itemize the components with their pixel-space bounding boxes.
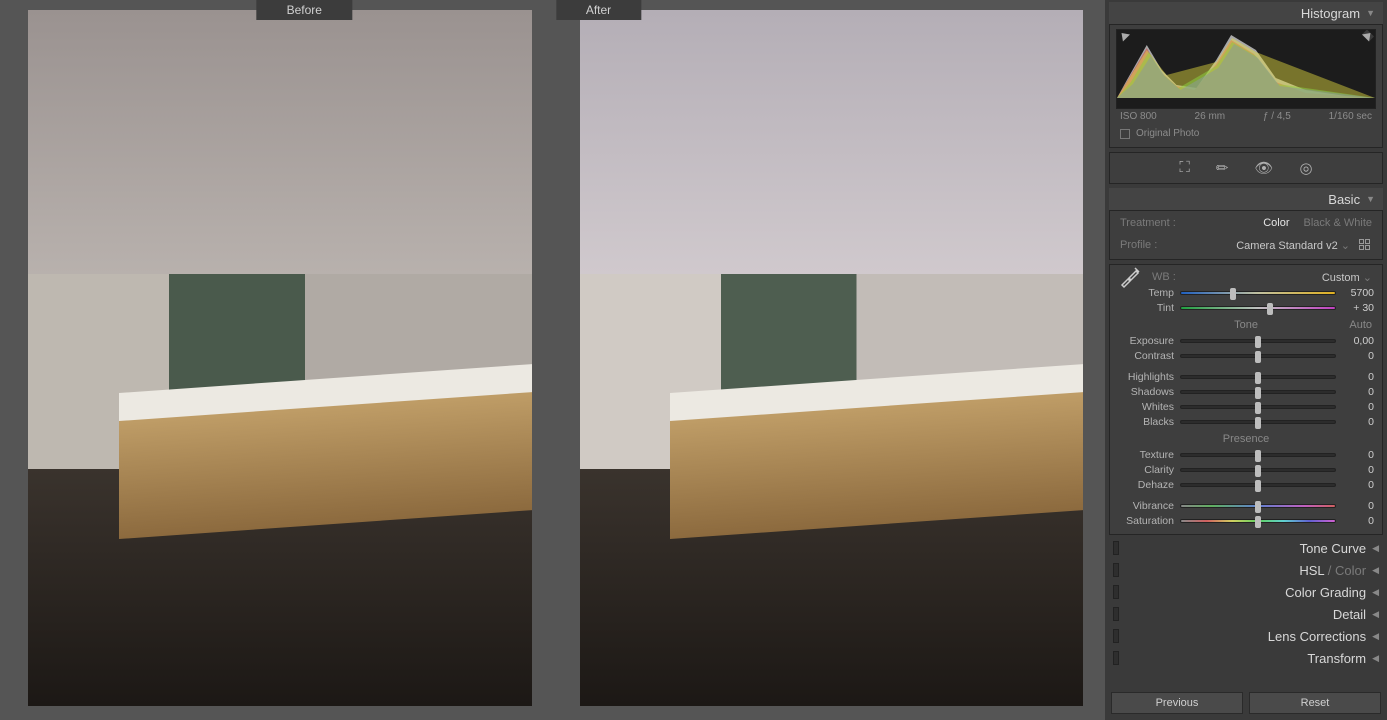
- treatment-bw[interactable]: Black & White: [1304, 217, 1372, 229]
- tone-heading: Tone: [1234, 319, 1258, 331]
- slider-whites[interactable]: Whites0: [1118, 399, 1374, 414]
- profile-browser-icon[interactable]: [1358, 238, 1372, 252]
- slider-tint[interactable]: Tint + 30: [1118, 300, 1374, 315]
- brush-icon[interactable]: ✏: [1216, 159, 1229, 177]
- exif-shutter: 1/160 sec: [1329, 111, 1372, 122]
- eyedropper-icon[interactable]: [1118, 265, 1142, 289]
- original-photo-label: Original Photo: [1136, 128, 1199, 139]
- basic-header[interactable]: Basic ▼: [1109, 188, 1383, 210]
- hsl-header[interactable]: HSL / Color◀: [1105, 559, 1387, 581]
- original-photo-checkbox[interactable]: [1120, 129, 1130, 139]
- panel-toggle-icon[interactable]: [1113, 651, 1119, 665]
- radial-icon[interactable]: ◎: [1300, 159, 1313, 177]
- wb-dropdown[interactable]: Custom ⌄: [1322, 271, 1372, 284]
- tone-curve-header[interactable]: Tone Curve◀: [1105, 537, 1387, 559]
- tool-strip: ⛶ ✏ 👁 ◎: [1110, 153, 1382, 183]
- presence-heading: Presence: [1223, 433, 1269, 445]
- color-grading-header[interactable]: Color Grading◀: [1105, 581, 1387, 603]
- profile-dropdown[interactable]: Camera Standard v2 ⌄: [1236, 239, 1350, 252]
- exif-aperture: ƒ / 4,5: [1263, 111, 1291, 122]
- compare-view: Before After: [0, 0, 1105, 720]
- slider-contrast[interactable]: Contrast0: [1118, 348, 1374, 363]
- exif-focal: 26 mm: [1195, 111, 1226, 122]
- chevron-down-icon: ▼: [1366, 194, 1375, 204]
- chevron-left-icon: ◀: [1372, 565, 1379, 576]
- tone-auto-button[interactable]: Auto: [1349, 319, 1372, 331]
- panel-toggle-icon[interactable]: [1113, 607, 1119, 621]
- before-label: Before: [257, 0, 352, 20]
- chevron-left-icon: ◀: [1372, 631, 1379, 642]
- histogram[interactable]: [1116, 29, 1376, 109]
- slider-highlights[interactable]: Highlights0: [1118, 369, 1374, 384]
- wb-label: WB :: [1152, 271, 1176, 283]
- chevron-left-icon: ◀: [1372, 587, 1379, 598]
- transform-header[interactable]: Transform◀: [1105, 647, 1387, 669]
- treatment-color[interactable]: Color: [1263, 217, 1289, 229]
- slider-blacks[interactable]: Blacks0: [1118, 414, 1374, 429]
- panel-toggle-icon[interactable]: [1113, 629, 1119, 643]
- eye-icon[interactable]: 👁: [1254, 159, 1273, 177]
- before-pane[interactable]: [28, 10, 532, 706]
- lens-corrections-header[interactable]: Lens Corrections◀: [1105, 625, 1387, 647]
- chevron-left-icon: ◀: [1372, 653, 1379, 664]
- panel-toggle-icon[interactable]: [1113, 585, 1119, 599]
- histogram-header[interactable]: Histogram ▼: [1109, 2, 1383, 24]
- chevron-left-icon: ◀: [1372, 543, 1379, 554]
- slider-shadows[interactable]: Shadows0: [1118, 384, 1374, 399]
- tint-label: Tint: [1118, 302, 1174, 314]
- panel-toggle-icon[interactable]: [1113, 541, 1119, 555]
- develop-panel: Histogram ▼ ISO 800 26 mm ƒ / 4,5 1/160: [1105, 0, 1387, 720]
- crop-icon[interactable]: ⛶: [1179, 159, 1190, 177]
- tint-value[interactable]: + 30: [1342, 302, 1374, 314]
- slider-clarity[interactable]: Clarity0: [1118, 462, 1374, 477]
- reset-button[interactable]: Reset: [1249, 692, 1381, 714]
- previous-button[interactable]: Previous: [1111, 692, 1243, 714]
- detail-header[interactable]: Detail◀: [1105, 603, 1387, 625]
- after-label: After: [556, 0, 641, 20]
- basic-title: Basic: [1328, 192, 1360, 207]
- chevron-down-icon: ▼: [1366, 8, 1375, 18]
- exif-iso: ISO 800: [1120, 111, 1157, 122]
- after-pane[interactable]: [580, 10, 1084, 706]
- slider-vibrance[interactable]: Vibrance0: [1118, 498, 1374, 513]
- exif-readout: ISO 800 26 mm ƒ / 4,5 1/160 sec: [1110, 109, 1382, 126]
- slider-dehaze[interactable]: Dehaze0: [1118, 477, 1374, 492]
- panel-toggle-icon[interactable]: [1113, 563, 1119, 577]
- temp-value[interactable]: 5700: [1342, 287, 1374, 299]
- chevron-left-icon: ◀: [1372, 609, 1379, 620]
- slider-exposure[interactable]: Exposure0,00: [1118, 333, 1374, 348]
- treatment-label: Treatment :: [1120, 217, 1176, 229]
- slider-texture[interactable]: Texture0: [1118, 447, 1374, 462]
- profile-label: Profile :: [1120, 239, 1157, 251]
- histogram-title: Histogram: [1301, 6, 1360, 21]
- slider-saturation[interactable]: Saturation0: [1118, 513, 1374, 528]
- slider-temp[interactable]: Temp 5700: [1118, 285, 1374, 300]
